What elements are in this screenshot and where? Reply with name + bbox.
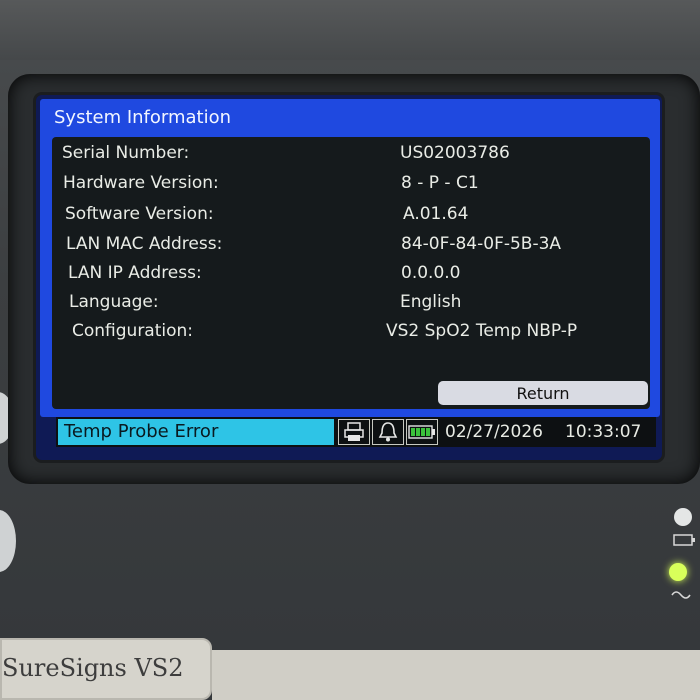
- status-time: 10:33:07: [565, 422, 642, 442]
- info-value: 84-0F-84-0F-5B-3A: [401, 234, 562, 254]
- bell-icon[interactable]: [372, 419, 404, 445]
- device-top-housing: [0, 0, 700, 60]
- info-label: Software Version:: [65, 204, 214, 224]
- monitor-device: System Information Serial Number: US0200…: [0, 0, 700, 700]
- info-value: A.01.64: [403, 204, 469, 224]
- brand-logo: SureSigns VS2: [2, 654, 184, 682]
- info-value: VS2 SpO2 Temp NBP-P: [386, 321, 578, 341]
- info-value: 0.0.0.0: [401, 263, 461, 283]
- info-label: Serial Number:: [62, 143, 190, 163]
- device-lower-housing: [212, 650, 700, 700]
- info-label: Configuration:: [72, 321, 194, 341]
- battery-icon: [406, 419, 438, 445]
- window-title: System Information: [54, 107, 232, 128]
- info-value: US02003786: [400, 143, 510, 163]
- side-button-lower[interactable]: [0, 510, 16, 572]
- led-indicator-battery: [674, 508, 692, 526]
- info-panel: Serial Number: US02003786 Hardware Versi…: [52, 137, 650, 409]
- led-indicator-power: [669, 563, 687, 581]
- info-label: LAN IP Address:: [68, 263, 202, 283]
- battery-symbol-icon: [672, 532, 696, 551]
- info-value: 8 - P - C1: [401, 173, 479, 193]
- alarm-message[interactable]: Temp Probe Error: [58, 419, 334, 445]
- status-date: 02/27/2026: [445, 422, 543, 442]
- info-value: English: [400, 292, 462, 312]
- status-bar: Temp Probe Error 02/27/2026 10:33:07: [56, 417, 656, 447]
- return-button[interactable]: Return: [438, 381, 648, 405]
- system-information-window: System Information Serial Number: US0200…: [40, 99, 660, 417]
- info-label: Hardware Version:: [63, 173, 219, 193]
- printer-icon[interactable]: [338, 419, 370, 445]
- ac-power-icon: [670, 586, 692, 605]
- info-label: LAN MAC Address:: [66, 234, 223, 254]
- brand-plate: SureSigns VS2: [0, 638, 212, 700]
- info-label: Language:: [69, 292, 159, 312]
